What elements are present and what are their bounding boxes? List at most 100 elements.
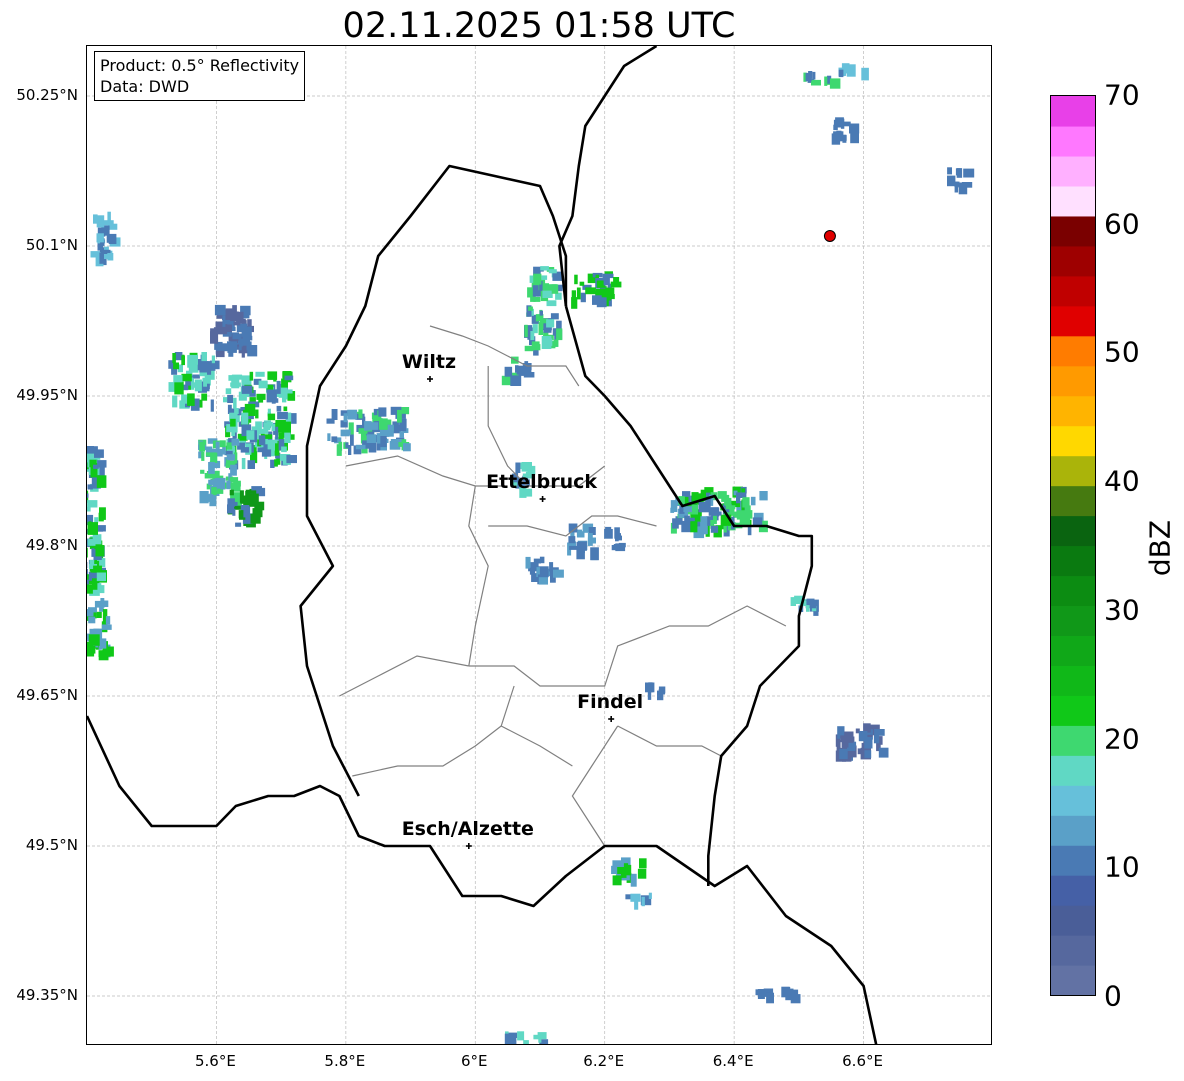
echo-cell-18 xyxy=(835,723,889,762)
city-label-findel: Findel xyxy=(577,691,644,713)
lat-tick-label-3: 49.8°N xyxy=(25,536,78,554)
echo-cell-27 xyxy=(838,63,869,81)
lon-tick-label-3: 6.2°E xyxy=(583,1052,625,1070)
lon-tick-label-4: 6.4°E xyxy=(712,1052,754,1070)
colorbar-swatch-28 xyxy=(1051,125,1095,157)
national-borders xyxy=(87,46,878,1044)
colorbar-swatch-21 xyxy=(1051,335,1095,367)
colorbar-swatch-6 xyxy=(1051,785,1095,816)
echo-cell-9 xyxy=(524,266,563,356)
city-label-ettelbruck: Ettelbruck xyxy=(486,471,598,493)
city-marker-findel xyxy=(608,716,615,722)
colorbar-swatch-25 xyxy=(1051,215,1095,247)
radar-map-canvas xyxy=(87,46,991,1044)
colorbar-tick-4: 40 xyxy=(1104,464,1140,498)
echo-cell-21 xyxy=(625,892,652,910)
data-source-label: Data: DWD xyxy=(100,77,190,96)
lon-tick-label-5: 6.6°E xyxy=(842,1052,883,1070)
echo-cell-8 xyxy=(326,406,411,456)
city-markers xyxy=(426,230,836,849)
map-title: 02.11.2025 01:58 UTC xyxy=(342,6,736,46)
colorbar-swatch-9 xyxy=(1051,695,1095,726)
lat-tick-label-6: 49.35°N xyxy=(16,986,78,1004)
canton-border-3 xyxy=(468,485,489,667)
colorbar-swatch-18 xyxy=(1051,425,1095,457)
colorbar-swatch-4 xyxy=(1051,845,1095,876)
canton-border-6 xyxy=(339,655,469,697)
colorbar-swatch-16 xyxy=(1051,485,1095,517)
colorbar xyxy=(1050,95,1096,996)
city-marker-wiltz xyxy=(426,376,433,382)
colorbar-swatch-5 xyxy=(1051,815,1095,846)
colorbar-swatch-10 xyxy=(1051,665,1095,696)
radar-echoes xyxy=(87,63,975,1044)
colorbar-swatch-1 xyxy=(1051,935,1095,966)
echo-cell-15 xyxy=(604,526,626,552)
canton-border-2 xyxy=(345,455,508,487)
colorbar-swatch-24 xyxy=(1051,245,1095,277)
echo-cell-2 xyxy=(210,304,258,358)
lat-tick-label-0: 50.25°N xyxy=(16,86,78,104)
colorbar-swatch-8 xyxy=(1051,725,1095,756)
lat-tick-label-1: 50.1°N xyxy=(25,236,78,254)
radar-site-marker xyxy=(823,230,836,242)
echo-cell-24 xyxy=(803,71,841,89)
colorbar-swatch-11 xyxy=(1051,635,1095,666)
lon-tick-label-2: 6°E xyxy=(461,1052,488,1070)
product-info-box: Product: 0.5° Reflectivity Data: DWD xyxy=(94,51,306,101)
echo-cell-13 xyxy=(670,486,768,539)
radar-map xyxy=(86,45,992,1045)
colorbar-swatch-17 xyxy=(1051,455,1095,487)
colorbar-tick-0: 0 xyxy=(1104,979,1122,1013)
city-label-eschalzette: Esch/Alzette xyxy=(401,818,534,840)
canton-border-7 xyxy=(352,685,515,777)
echo-cell-6 xyxy=(227,486,266,528)
colorbar-swatch-22 xyxy=(1051,305,1095,337)
lon-tick-label-0: 5.6°E xyxy=(195,1052,236,1070)
lat-tick-label-4: 49.65°N xyxy=(16,686,78,704)
colorbar-swatch-3 xyxy=(1051,875,1095,906)
echo-cell-10 xyxy=(571,271,622,309)
echo-cell-0 xyxy=(87,446,107,596)
echo-cell-14 xyxy=(567,523,599,561)
colorbar-swatch-13 xyxy=(1051,575,1095,607)
colorbar-tick-1: 10 xyxy=(1104,850,1140,884)
city-marker-ettelbruck xyxy=(539,496,546,502)
echo-cell-16 xyxy=(525,556,564,585)
colorbar-swatch-29 xyxy=(1051,96,1095,127)
colorbar-swatch-19 xyxy=(1051,395,1095,427)
canton-border-8 xyxy=(617,725,722,757)
colorbar-swatch-20 xyxy=(1051,365,1095,397)
echo-cell-7 xyxy=(90,211,121,267)
canton-border-9 xyxy=(571,725,619,847)
echo-cell-3 xyxy=(168,352,220,412)
colorbar-swatch-2 xyxy=(1051,905,1095,936)
echo-cell-22 xyxy=(755,986,801,1004)
colorbar-swatch-27 xyxy=(1051,155,1095,187)
lat-tick-label-5: 49.5°N xyxy=(25,836,78,854)
colorbar-swatch-0 xyxy=(1051,965,1095,995)
colorbar-tick-3: 30 xyxy=(1104,593,1140,627)
colorbar-swatch-26 xyxy=(1051,185,1095,217)
colorbar-tick-7: 70 xyxy=(1104,78,1140,112)
colorbar-swatch-12 xyxy=(1051,605,1095,636)
colorbar-swatch-15 xyxy=(1051,515,1095,547)
echo-cell-23 xyxy=(504,1031,549,1044)
city-marker-eschalzette xyxy=(465,843,472,849)
canton-border-10 xyxy=(500,725,573,767)
lon-tick-label-1: 5.8°E xyxy=(324,1052,366,1070)
gridlines xyxy=(87,46,991,1044)
lat-tick-label-2: 49.95°N xyxy=(16,386,78,404)
echo-cell-19 xyxy=(645,682,666,701)
echo-cell-17 xyxy=(790,595,819,616)
city-label-wiltz: Wiltz xyxy=(401,351,457,373)
canton-border-5 xyxy=(468,605,787,687)
colorbar-tick-2: 20 xyxy=(1104,722,1140,756)
echo-cell-20 xyxy=(611,857,647,887)
national-border-3 xyxy=(558,46,658,307)
colorbar-label: dBZ xyxy=(1143,519,1177,577)
product-label: Product: 0.5° Reflectivity xyxy=(100,56,300,75)
national-border-2 xyxy=(564,305,814,886)
echo-cell-26 xyxy=(947,167,975,195)
colorbar-tick-5: 50 xyxy=(1104,335,1140,369)
